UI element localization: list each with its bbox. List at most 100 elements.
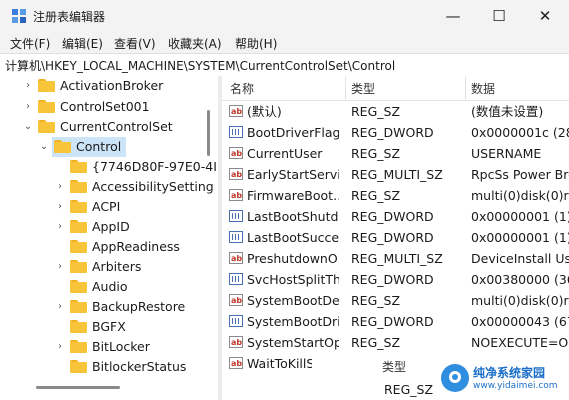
- popup-type-value: REG_SZ: [384, 382, 434, 397]
- tree-item-currentcontrolset[interactable]: ⌄ CurrentControlSet: [0, 117, 206, 137]
- value-name: PreshutdownO…: [247, 251, 339, 266]
- folder-icon: [70, 180, 87, 193]
- maximize-button[interactable]: ☐: [476, 0, 522, 32]
- value-data: (数值未设置): [471, 104, 544, 119]
- folder-icon: [70, 300, 87, 313]
- tree-item-label: Audio: [92, 279, 128, 294]
- tree-item-guid[interactable]: {7746D80F-97E0-4I: [0, 157, 217, 177]
- value-row[interactable]: SystemBootDri… REG_DWORD 0x00000043 (67): [222, 311, 569, 332]
- value-data: 0x00380000 (367: [471, 272, 569, 287]
- tree-item-label: Arbiters: [92, 259, 142, 274]
- value-row[interactable]: (默认) REG_SZ (数值未设置): [222, 101, 569, 122]
- tree-item-label: CurrentControlSet: [60, 119, 173, 134]
- value-data: 0x00000001 (1): [471, 230, 569, 245]
- value-type: REG_DWORD: [351, 230, 434, 245]
- value-row[interactable]: CurrentUser REG_SZ USERNAME: [222, 143, 569, 164]
- tree-item-bitlocker[interactable]: › BitLocker: [0, 337, 206, 357]
- minimize-button[interactable]: —: [430, 0, 476, 32]
- column-data-header[interactable]: 数据: [471, 80, 495, 97]
- folder-icon: [70, 320, 87, 333]
- menu-bar: 文件(F) 编辑(E) 查看(V) 收藏夹(A) 帮助(H): [0, 32, 569, 53]
- key-tree-pane[interactable]: › ActivationBroker › ControlSet001 ⌄ Cur…: [0, 76, 218, 400]
- popup-type-label: 类型: [382, 360, 407, 374]
- chevron-right-icon[interactable]: ›: [22, 76, 34, 96]
- tree-item-appid[interactable]: › AppID: [0, 217, 206, 237]
- tree-item-bitlockerstatus[interactable]: BitlockerStatus: [0, 357, 206, 377]
- tree-vertical-scrollbar[interactable]: [206, 76, 212, 400]
- folder-icon: [70, 280, 87, 293]
- string-value-icon: [229, 185, 243, 206]
- value-type: REG_MULTI_SZ: [351, 167, 443, 182]
- value-type: REG_MULTI_SZ: [351, 251, 443, 266]
- tree-item-appreadiness[interactable]: AppReadiness: [0, 237, 206, 257]
- chevron-right-icon[interactable]: ›: [54, 217, 66, 237]
- string-value-icon: [229, 164, 243, 185]
- chevron-right-icon[interactable]: ›: [54, 197, 66, 217]
- value-row[interactable]: FirmwareBoot… REG_SZ multi(0)disk(0)rd: [222, 185, 569, 206]
- value-name: (默认): [247, 104, 282, 119]
- string-value-icon: [229, 332, 243, 353]
- tree-item-backuprestore[interactable]: › BackupRestore: [0, 297, 206, 317]
- watermark-text: 纯净系统家园: [473, 366, 546, 380]
- tree-item-label: BitLocker: [92, 339, 150, 354]
- value-row[interactable]: EarlyStartServi REG_MULTI_SZ RpcSs Power…: [222, 164, 569, 185]
- menu-favorites[interactable]: 收藏夹(A): [168, 35, 222, 52]
- chevron-right-icon[interactable]: ›: [54, 257, 66, 277]
- chevron-down-icon[interactable]: ⌄: [22, 117, 34, 137]
- tree-horizontal-scrollbar[interactable]: [0, 381, 206, 393]
- column-type-header[interactable]: 类型: [351, 80, 375, 97]
- value-type: REG_DWORD: [351, 314, 434, 329]
- chevron-down-icon[interactable]: ⌄: [38, 137, 50, 157]
- value-row[interactable]: SystemBootDe… REG_SZ multi(0)disk(0)rd: [222, 290, 569, 311]
- value-data: 0x00000001 (1): [471, 209, 569, 224]
- column-divider[interactable]: [345, 76, 346, 100]
- chevron-right-icon[interactable]: ›: [54, 177, 66, 197]
- value-row[interactable]: BootDriverFlags REG_DWORD 0x0000001c (28…: [222, 122, 569, 143]
- address-bar[interactable]: 计算机\HKEY_LOCAL_MACHINE\SYSTEM\CurrentCon…: [0, 53, 569, 77]
- value-type: REG_SZ: [351, 188, 401, 203]
- tree-item-bgfx[interactable]: BGFX: [0, 317, 206, 337]
- menu-help[interactable]: 帮助(H): [235, 35, 277, 52]
- value-row[interactable]: SvcHostSplitTh… REG_DWORD 0x00380000 (36…: [222, 269, 569, 290]
- string-value-icon: [229, 290, 243, 311]
- value-type: REG_DWORD: [351, 209, 434, 224]
- tree-item-label: BackupRestore: [92, 299, 186, 314]
- column-divider[interactable]: [465, 76, 466, 100]
- tree-item-arbiters[interactable]: › Arbiters: [0, 257, 206, 277]
- value-row[interactable]: LastBootShutd… REG_DWORD 0x00000001 (1): [222, 206, 569, 227]
- minimize-icon: —: [445, 7, 461, 25]
- value-type: REG_SZ: [351, 293, 401, 308]
- chevron-right-icon[interactable]: ›: [54, 297, 66, 317]
- value-name: LastBootShutd…: [247, 209, 339, 224]
- chevron-right-icon[interactable]: ›: [22, 97, 34, 117]
- folder-icon: [70, 160, 87, 173]
- tree-item-activationbroker[interactable]: › ActivationBroker: [0, 76, 206, 96]
- tree-item-label: Control: [76, 139, 122, 154]
- scrollbar-thumb[interactable]: [36, 386, 120, 389]
- scrollbar-thumb[interactable]: [207, 110, 210, 156]
- tree-item-acpi[interactable]: › ACPI: [0, 197, 206, 217]
- value-row[interactable]: SystemStartOp… REG_SZ NOEXECUTE=O: [222, 332, 569, 353]
- folder-icon: [38, 120, 55, 133]
- column-name-header[interactable]: 名称: [230, 80, 254, 97]
- value-data: 0x00000043 (67): [471, 314, 569, 329]
- value-type: REG_DWORD: [351, 125, 434, 140]
- menu-file[interactable]: 文件(F): [10, 35, 50, 52]
- menu-view[interactable]: 查看(V): [114, 35, 156, 52]
- value-row[interactable]: PreshutdownO… REG_MULTI_SZ DeviceInstall…: [222, 248, 569, 269]
- menu-edit[interactable]: 编辑(E): [62, 35, 103, 52]
- value-row[interactable]: LastBootSucce… REG_DWORD 0x00000001 (1): [222, 227, 569, 248]
- value-name: BootDriverFlags: [247, 125, 339, 140]
- address-path[interactable]: 计算机\HKEY_LOCAL_MACHINE\SYSTEM\CurrentCon…: [5, 57, 395, 74]
- tree-item-audio[interactable]: Audio: [0, 277, 206, 297]
- folder-icon: [70, 220, 87, 233]
- tree-item-controlset001[interactable]: › ControlSet001: [0, 97, 206, 117]
- value-type: REG_SZ: [351, 335, 401, 350]
- tree-row-control-expander[interactable]: ⌄: [0, 137, 52, 157]
- chevron-right-icon[interactable]: ›: [54, 337, 66, 357]
- tree-item-accessibilitysettings[interactable]: › AccessibilitySetting: [0, 177, 214, 197]
- value-type: REG_SZ: [351, 104, 401, 119]
- folder-open-icon: [54, 140, 71, 153]
- close-button[interactable]: ✕: [522, 0, 568, 32]
- tree-item-label: AppReadiness: [92, 239, 180, 254]
